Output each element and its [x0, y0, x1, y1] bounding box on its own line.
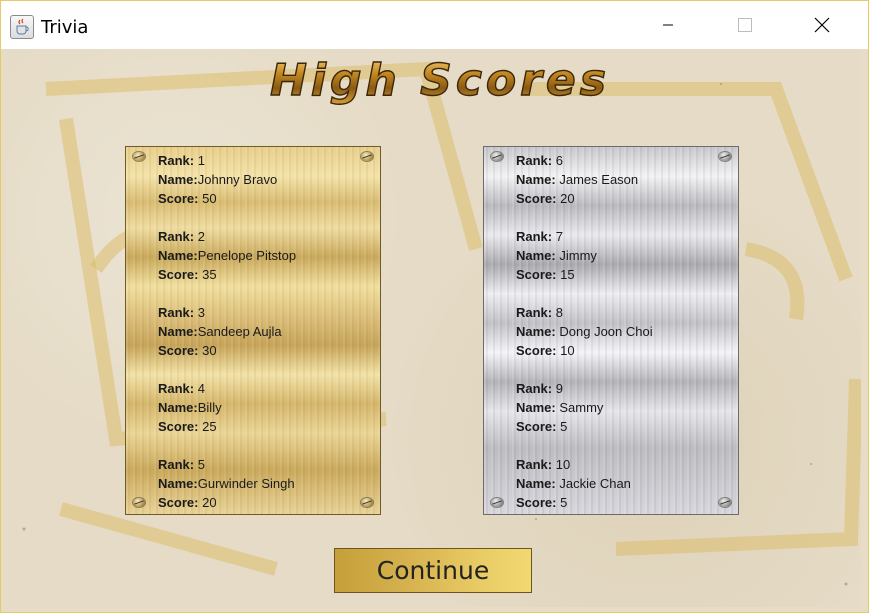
- rank-label: Rank:: [158, 457, 195, 472]
- rank-label: Rank:: [158, 229, 195, 244]
- name-label: Name:: [158, 476, 198, 491]
- score-label: Score:: [158, 419, 199, 434]
- name-label: Name:: [158, 172, 198, 187]
- scores-panel-gold: Rank: 1 Name:Johnny Bravo Score: 50 Rank…: [125, 146, 381, 515]
- score-label: Score:: [158, 343, 199, 358]
- rank-value: 7: [555, 229, 563, 244]
- name-label: Name:: [516, 400, 556, 415]
- screw-icon: [491, 152, 503, 161]
- name-value: Gurwinder Singh: [197, 476, 295, 491]
- rank-value: 6: [555, 153, 563, 168]
- name-label: Name:: [516, 172, 556, 187]
- score-value: 5: [560, 419, 568, 434]
- trivia-window: Trivia High Scores Rank: 1 Name:Johnny B…: [0, 0, 869, 613]
- score-label: Score:: [516, 267, 557, 282]
- name-label: Name:: [516, 324, 556, 339]
- screw-icon: [719, 498, 731, 507]
- name-value: Jimmy: [559, 248, 597, 263]
- name-value: Johnny Bravo: [197, 172, 278, 187]
- score-label: Score:: [158, 495, 199, 510]
- rank-label: Rank:: [158, 153, 195, 168]
- rank-value: 4: [197, 381, 205, 396]
- score-entry: Rank: 10 Name: Jackie Chan Score: 5: [516, 455, 631, 512]
- minimize-button[interactable]: [645, 1, 691, 49]
- rank-value: 3: [197, 305, 205, 320]
- score-label: Score:: [516, 419, 557, 434]
- name-value: Billy: [197, 400, 222, 415]
- score-entry: Rank: 1 Name:Johnny Bravo Score: 50: [158, 151, 277, 208]
- rank-value: 10: [555, 457, 571, 472]
- screw-icon: [361, 152, 373, 161]
- score-value: 5: [560, 495, 568, 510]
- name-label: Name:: [516, 248, 556, 263]
- rank-label: Rank:: [516, 305, 553, 320]
- score-entry: Rank: 6 Name: James Eason Score: 20: [516, 151, 638, 208]
- score-entry: Rank: 4 Name:Billy Score: 25: [158, 379, 222, 436]
- score-value: 20: [202, 495, 217, 510]
- score-value: 15: [560, 267, 575, 282]
- java-cup-icon: [10, 15, 34, 39]
- name-value: James Eason: [559, 172, 639, 187]
- maximize-icon: [738, 18, 752, 32]
- rank-value: 2: [197, 229, 205, 244]
- score-label: Score:: [516, 495, 557, 510]
- score-entry: Rank: 7 Name: Jimmy Score: 15: [516, 227, 597, 284]
- rank-label: Rank:: [158, 381, 195, 396]
- score-entry: Rank: 8 Name: Dong Joon Choi Score: 10: [516, 303, 653, 360]
- screw-icon: [491, 498, 503, 507]
- score-entry: Rank: 9 Name: Sammy Score: 5: [516, 379, 603, 436]
- close-button[interactable]: [799, 1, 845, 49]
- score-entry: Rank: 2 Name:Penelope Pitstop Score: 35: [158, 227, 296, 284]
- rank-label: Rank:: [516, 381, 553, 396]
- score-value: 30: [202, 343, 217, 358]
- name-label: Name:: [516, 476, 556, 491]
- heading-text: High Scores: [270, 55, 610, 106]
- name-value: Dong Joon Choi: [559, 324, 653, 339]
- score-entry: Rank: 5 Name:Gurwinder Singh Score: 20: [158, 455, 295, 512]
- maximize-button[interactable]: [722, 1, 768, 49]
- screw-icon: [133, 498, 145, 507]
- rank-value: 9: [555, 381, 563, 396]
- score-label: Score:: [516, 191, 557, 206]
- scores-panel-silver: Rank: 6 Name: James Eason Score: 20 Rank…: [483, 146, 739, 515]
- name-value: Jackie Chan: [559, 476, 631, 491]
- rank-label: Rank:: [158, 305, 195, 320]
- score-entry: Rank: 3 Name:Sandeep Aujla Score: 30: [158, 303, 282, 360]
- rank-value: 5: [197, 457, 205, 472]
- score-value: 20: [560, 191, 575, 206]
- screw-icon: [133, 152, 145, 161]
- rank-label: Rank:: [516, 457, 553, 472]
- high-scores-heading: High Scores: [269, 54, 610, 106]
- score-value: 50: [202, 191, 217, 206]
- screw-icon: [361, 498, 373, 507]
- title-bar[interactable]: Trivia: [1, 1, 868, 49]
- close-icon: [814, 17, 830, 33]
- name-value: Penelope Pitstop: [197, 248, 297, 263]
- screw-icon: [719, 152, 731, 161]
- rank-label: Rank:: [516, 153, 553, 168]
- name-value: Sandeep Aujla: [197, 324, 282, 339]
- minimize-icon: [663, 24, 673, 26]
- score-label: Score:: [516, 343, 557, 358]
- name-label: Name:: [158, 400, 198, 415]
- name-label: Name:: [158, 248, 198, 263]
- rank-label: Rank:: [516, 229, 553, 244]
- name-label: Name:: [158, 324, 198, 339]
- continue-button[interactable]: Continue: [334, 548, 532, 593]
- name-value: Sammy: [559, 400, 604, 415]
- rank-value: 8: [555, 305, 563, 320]
- score-label: Score:: [158, 267, 199, 282]
- score-value: 25: [202, 419, 217, 434]
- high-scores-content: High Scores Rank: 1 Name:Johnny Bravo Sc…: [6, 49, 861, 607]
- score-value: 10: [560, 343, 575, 358]
- score-value: 35: [202, 267, 217, 282]
- score-label: Score:: [158, 191, 199, 206]
- rank-value: 1: [197, 153, 205, 168]
- window-title: Trivia: [41, 17, 89, 38]
